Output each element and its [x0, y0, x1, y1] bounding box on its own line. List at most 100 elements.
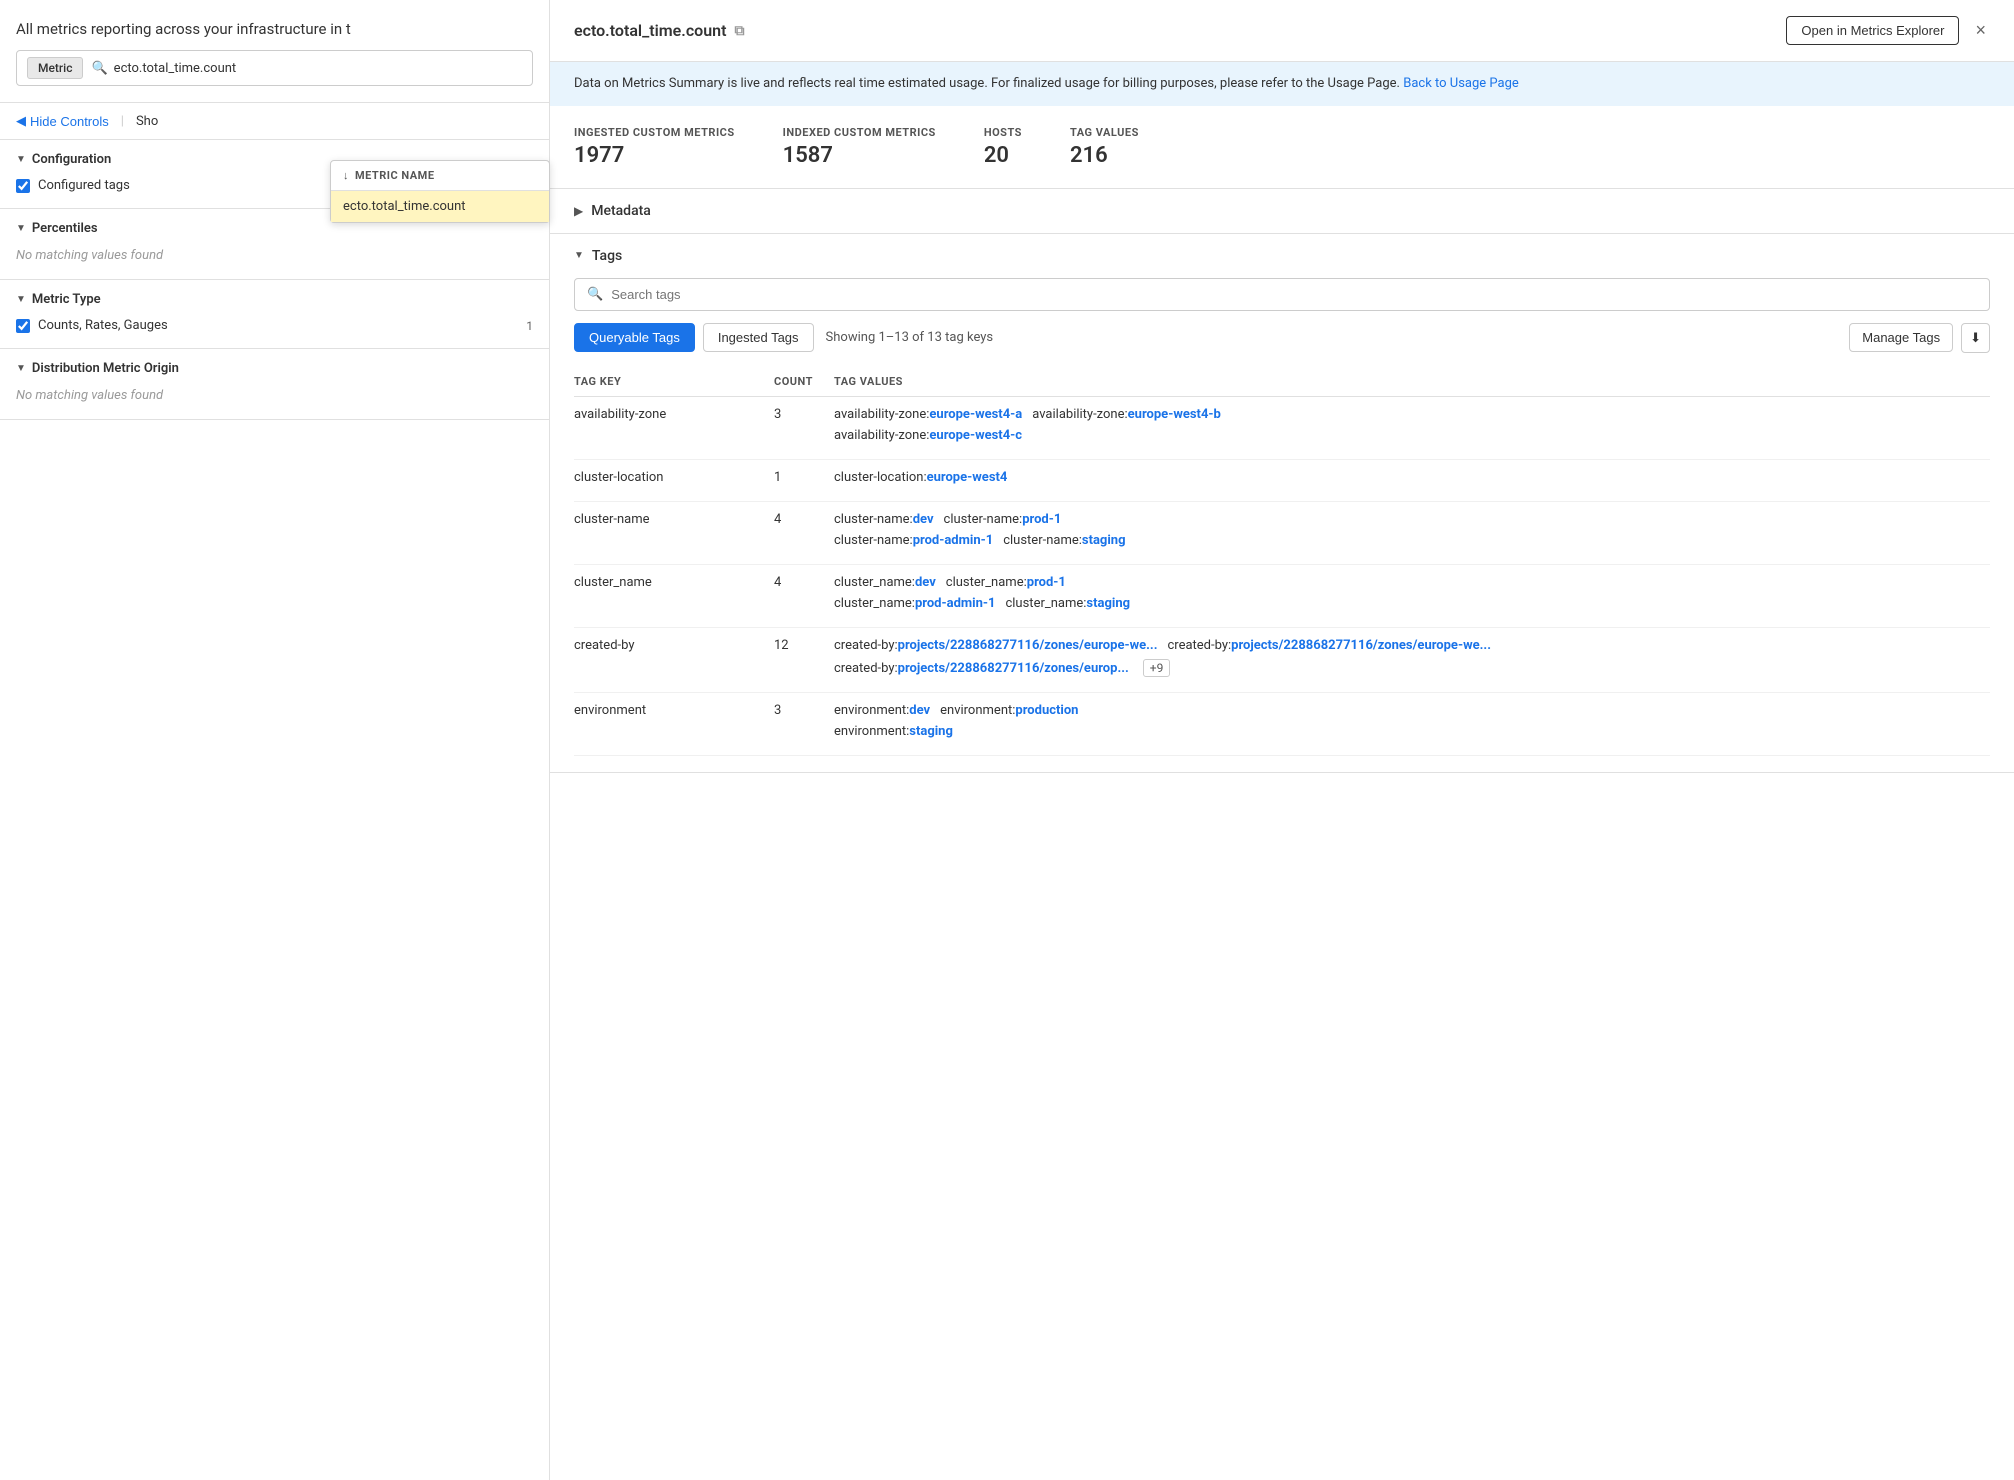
show-label: Sho	[136, 114, 158, 129]
chevron-down-icon: ▼	[16, 294, 26, 305]
search-icon: 🔍	[91, 61, 107, 76]
more-badge[interactable]: +9	[1143, 659, 1171, 677]
tag-value-link[interactable]: cluster_name:prod-admin-1	[834, 596, 995, 611]
back-to-usage-page-link[interactable]: Back to Usage Page	[1403, 76, 1519, 91]
percentiles-no-match: No matching values found	[16, 244, 533, 267]
stat-indexed-custom-metrics: INDEXED CUSTOM METRICS 1587	[783, 126, 936, 168]
count-cell: 4	[774, 564, 834, 627]
tag-value-link[interactable]: cluster-location:europe-west4	[834, 470, 1007, 485]
metric-name-dropdown: ↓ METRIC NAME ecto.total_time.count	[330, 160, 550, 223]
tag-value-link[interactable]: cluster_name:dev	[834, 575, 936, 590]
tag-search-bar[interactable]: 🔍	[574, 278, 1990, 311]
tag-value-link[interactable]: environment:staging	[834, 724, 953, 739]
tag-value-line: availability-zone:europe-west4-a availabi…	[834, 407, 1990, 426]
counts-rates-gauges-item: Counts, Rates, Gauges 1	[16, 315, 533, 336]
download-button[interactable]: ⬇	[1961, 323, 1990, 353]
stats-row: INGESTED CUSTOM METRICS 1977 INDEXED CUS…	[550, 106, 2014, 189]
tag-key-cell: cluster-name	[574, 501, 774, 564]
table-row: environment3environment:devenvironment:p…	[574, 692, 1990, 755]
search-bar[interactable]: Metric 🔍 ecto.total_time.count	[16, 50, 533, 86]
left-panel: All metrics reporting across your infras…	[0, 0, 550, 1480]
metadata-header[interactable]: ▶ Metadata	[550, 189, 2014, 233]
percentiles-label: Percentiles	[32, 221, 98, 236]
separator: |	[121, 114, 124, 129]
download-icon: ⬇	[1970, 330, 1981, 345]
tag-values-header: TAG VALUES	[834, 367, 1990, 397]
tag-value-link[interactable]: created-by:projects/228868277116/zones/e…	[834, 661, 1129, 676]
tag-value-link[interactable]: created-by:projects/228868277116/zones/e…	[1167, 638, 1490, 653]
tag-values-label: TAG VALUES	[1070, 126, 1139, 139]
tag-value-link[interactable]: cluster-name:prod-admin-1	[834, 533, 993, 548]
chevron-down-icon: ▼	[16, 223, 26, 234]
tag-value-line: created-by:projects/228868277116/zones/e…	[834, 638, 1990, 657]
count-cell: 4	[774, 501, 834, 564]
stat-ingested-custom-metrics: INGESTED CUSTOM METRICS 1977	[574, 126, 735, 168]
tag-values-cell: cluster-name:devcluster-name:prod-1clust…	[834, 501, 1990, 564]
tag-values-value: 216	[1070, 143, 1139, 168]
tag-values-cell: cluster_name:devcluster_name:prod-1clust…	[834, 564, 1990, 627]
hide-controls-button[interactable]: ◀ Hide Controls	[16, 113, 109, 129]
tags-header[interactable]: ▼ Tags	[550, 234, 2014, 278]
configured-tags-checkbox[interactable]	[16, 179, 30, 193]
metadata-section: ▶ Metadata	[550, 189, 2014, 234]
tag-value-link[interactable]: availability-zone:europe-west4-b	[1032, 407, 1221, 422]
tag-value-link[interactable]: cluster_name:prod-1	[946, 575, 1066, 590]
left-header: All metrics reporting across your infras…	[0, 0, 549, 103]
tag-value-line: availability-zone:europe-west4-c	[834, 428, 1990, 447]
tag-search-input[interactable]	[611, 287, 1977, 302]
metric-name-text: ecto.total_time.count	[574, 21, 726, 40]
ingested-custom-metrics-value: 1977	[574, 143, 735, 168]
tag-values-cell: cluster-location:europe-west4	[834, 459, 1990, 501]
sort-icon: ↓	[343, 169, 349, 182]
tag-value-link[interactable]: environment:production	[940, 703, 1078, 718]
metric-tab[interactable]: Metric	[27, 57, 83, 79]
table-row: cluster-name4cluster-name:devcluster-nam…	[574, 501, 1990, 564]
search-icon: 🔍	[587, 287, 603, 302]
right-panel: ecto.total_time.count ⧉ Open in Metrics …	[550, 0, 2014, 1480]
metadata-label: Metadata	[591, 203, 651, 219]
tag-value-line: cluster_name:prod-admin-1 cluster_name:st…	[834, 596, 1990, 615]
right-panel-header: ecto.total_time.count ⧉ Open in Metrics …	[550, 0, 2014, 62]
count-header: COUNT	[774, 367, 834, 397]
tag-value-link[interactable]: cluster-name:dev	[834, 512, 934, 527]
tags-label: Tags	[592, 248, 622, 264]
count-cell: 3	[774, 396, 834, 459]
tag-value-link[interactable]: availability-zone:europe-west4-a	[834, 407, 1022, 422]
header-actions: Open in Metrics Explorer ×	[1786, 16, 1990, 45]
tag-values-cell: availability-zone:europe-west4-a availabi…	[834, 396, 1990, 459]
open-metrics-explorer-button[interactable]: Open in Metrics Explorer	[1786, 16, 1959, 45]
tag-value-line: cluster-name:dev cluster-name:prod-1	[834, 512, 1990, 531]
info-banner: Data on Metrics Summary is live and refl…	[550, 62, 2014, 106]
tag-value-link[interactable]: environment:dev	[834, 703, 930, 718]
table-row: created-by12created-by:projects/22886827…	[574, 627, 1990, 692]
dropdown-metric-item[interactable]: ecto.total_time.count	[331, 191, 549, 222]
tag-key-cell: cluster-location	[574, 459, 774, 501]
counts-rates-gauges-checkbox[interactable]	[16, 319, 30, 333]
ingested-tags-tab[interactable]: Ingested Tags	[703, 323, 814, 352]
tag-value-link[interactable]: availability-zone:europe-west4-c	[834, 428, 1022, 443]
hosts-label: HOSTS	[984, 126, 1022, 139]
tag-key-cell: availability-zone	[574, 396, 774, 459]
close-button[interactable]: ×	[1971, 16, 1990, 45]
page-title: All metrics reporting across your infras…	[16, 20, 533, 38]
copy-icon[interactable]: ⧉	[734, 23, 744, 39]
tag-value-link[interactable]: cluster-name:staging	[1003, 533, 1125, 548]
distribution-metric-origin-header[interactable]: ▼ Distribution Metric Origin	[16, 361, 533, 376]
counts-rates-gauges-count: 1	[526, 319, 533, 333]
queryable-tags-tab[interactable]: Queryable Tags	[574, 323, 695, 352]
metric-type-header[interactable]: ▼ Metric Type	[16, 292, 533, 307]
table-row: cluster-location1cluster-location:europe…	[574, 459, 1990, 501]
tag-values-cell: environment:dev environment:production env…	[834, 692, 1990, 755]
tag-value-link[interactable]: cluster-name:prod-1	[944, 512, 1062, 527]
tag-key-cell: created-by	[574, 627, 774, 692]
manage-tags-button[interactable]: Manage Tags	[1849, 323, 1953, 352]
tag-values-cell: created-by:projects/228868277116/zones/e…	[834, 627, 1990, 692]
tag-value-line: cluster_name:dev cluster_name:prod-1	[834, 575, 1990, 594]
tag-value-link[interactable]: cluster_name:staging	[1005, 596, 1130, 611]
tag-value-link[interactable]: created-by:projects/228868277116/zones/e…	[834, 638, 1157, 653]
tag-value-line: cluster-location:europe-west4	[834, 470, 1990, 489]
ingested-custom-metrics-label: INGESTED CUSTOM METRICS	[574, 126, 735, 139]
hide-controls-icon: ◀	[16, 113, 26, 129]
distribution-no-match: No matching values found	[16, 384, 533, 407]
percentiles-header[interactable]: ▼ Percentiles	[16, 221, 533, 236]
